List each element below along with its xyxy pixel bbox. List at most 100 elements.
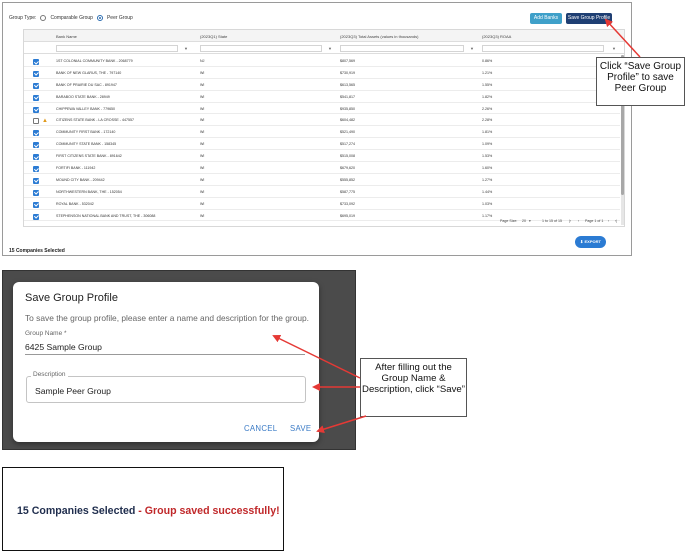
column-header-bank-name[interactable]: Bank Name <box>56 34 77 39</box>
table-row[interactable]: COMMUNITY FIRST BANK - 172140 WI $521,490 1… <box>24 126 620 139</box>
group-name-field[interactable]: 6425 Sample Group <box>25 342 102 352</box>
cell-bank-name: FORTIFI BANK - 111942 <box>56 166 96 171</box>
group-type-label: Group Type: <box>9 15 37 21</box>
first-page-icon[interactable]: |‹ <box>569 219 571 223</box>
filter-icon[interactable]: ▼ <box>328 46 332 51</box>
cell-roaa: 1.27% <box>482 177 493 182</box>
export-button[interactable]: ⬇ EXPORT <box>575 236 606 248</box>
cell-state: WI <box>200 154 205 159</box>
row-checkbox[interactable] <box>33 59 39 65</box>
row-checkbox[interactable] <box>33 142 39 149</box>
result-companies-count: 15 Companies Selected <box>17 505 136 517</box>
cell-roaa: 1.09% <box>482 142 493 147</box>
last-page-icon[interactable]: ›| <box>615 219 617 223</box>
chevron-down-icon[interactable]: ▾ <box>529 219 531 223</box>
page-size-label: Page Size: <box>500 219 518 223</box>
page-size-select[interactable]: 20 <box>522 219 526 223</box>
cell-roaa: 2.28% <box>482 118 493 123</box>
cell-roaa: 2.26% <box>482 106 493 111</box>
group-name-underline <box>25 354 305 355</box>
cell-total-assets: $935,850 <box>340 106 355 111</box>
table-row[interactable]: ROYAL BANK - 532042 WI $733,092 1.03% <box>24 198 620 210</box>
row-checkbox[interactable] <box>33 213 39 220</box>
group-saved-message: Group saved successfully! <box>144 505 280 517</box>
row-checkbox[interactable] <box>33 154 39 161</box>
save-group-profile-button[interactable]: Save Group Profile <box>566 13 612 24</box>
filter-input-roaa[interactable] <box>482 45 604 52</box>
table-row[interactable]: ▲ CITIZENS STATE BANK - LA CROSSE - 44755… <box>24 114 620 127</box>
radio-peer-label: Peer Group <box>106 15 133 21</box>
cell-total-assets: $555,852 <box>340 177 355 182</box>
cell-roaa: 1.44% <box>482 189 493 194</box>
cell-state: WI <box>200 70 205 75</box>
group-name-label: Group Name * <box>25 330 67 337</box>
radio-peer-group[interactable] <box>96 15 103 21</box>
cell-bank-name: BANK OF NEW GLARUS, THE - 797140 <box>56 70 122 75</box>
cell-bank-name: COMMUNITY STATE BANK - 158345 <box>56 142 117 147</box>
cancel-button[interactable]: CANCEL <box>244 424 277 433</box>
filter-input-bank-name[interactable] <box>56 45 178 52</box>
cell-bank-name: COMMUNITY FIRST BANK - 172140 <box>56 130 116 135</box>
cell-roaa: 0.86% <box>482 59 493 63</box>
table-row[interactable]: MOUND CITY BANK - 209442 WI $555,852 1.27% <box>24 174 620 186</box>
filter-input-state[interactable] <box>200 45 322 52</box>
cell-state: WI <box>200 213 205 218</box>
table-row[interactable]: NORTHWESTERN BANK, THE - 152054 WI $587,77… <box>24 186 620 198</box>
description-value[interactable]: Sample Peer Group <box>35 386 111 396</box>
cell-total-assets: $695,019 <box>340 213 355 218</box>
cell-state: WI <box>200 189 205 194</box>
cell-state: WI <box>200 118 205 123</box>
table-row[interactable]: FORTIFI BANK - 111942 WI $679,620 1.60% <box>24 162 620 174</box>
fill-and-save-callout: After filling out the Group Name & Descr… <box>360 358 467 417</box>
cell-total-assets: $807,569 <box>340 59 355 63</box>
table-row[interactable]: BANK OF NEW GLARUS, THE - 797140 WI $730,9… <box>24 67 620 79</box>
save-profile-callout: Click “Save Group Profile” to save Peer … <box>596 57 685 106</box>
cell-total-assets: $730,919 <box>340 70 355 75</box>
cell-bank-name: FIRST CITIZENS STATE BANK - 891642 <box>56 154 122 159</box>
dialog-description: To save the group profile, please enter … <box>25 313 309 323</box>
filter-row: ▼ ▼ ▼ ▼ <box>24 42 624 54</box>
table-row[interactable]: BANK OF PRAIRIE DU SAC - 891947 WI $613,56… <box>24 79 620 91</box>
row-checkbox[interactable] <box>33 201 39 208</box>
table-row[interactable]: CHIPPEWA VALLEY BANK - 779650 WI $935,850 2… <box>24 103 620 115</box>
table-row[interactable]: FIRST CITIZENS STATE BANK - 891642 WI $515… <box>24 150 620 163</box>
row-checkbox[interactable] <box>33 118 39 125</box>
row-checkbox[interactable] <box>33 94 39 101</box>
row-checkbox[interactable] <box>33 189 39 196</box>
table-row[interactable]: COMMUNITY STATE BANK - 158345 WI $517,274 1… <box>24 138 620 151</box>
cell-total-assets: $679,620 <box>340 166 355 171</box>
row-checkbox[interactable] <box>33 82 39 89</box>
cell-total-assets: $587,775 <box>340 189 355 194</box>
filter-icon[interactable]: ▼ <box>612 46 616 51</box>
column-header-roaa[interactable]: (2023Q3) ROAA <box>482 34 511 39</box>
table-row[interactable]: 1ST COLONIAL COMMUNITY BANK - 2068779 NJ $… <box>24 55 620 67</box>
cell-total-assets: $515,008 <box>340 154 355 159</box>
save-button[interactable]: SAVE <box>290 424 311 433</box>
filter-icon[interactable]: ▼ <box>470 46 474 51</box>
radio-comparable-group[interactable] <box>40 15 47 21</box>
table-row[interactable]: BARABOO STATE BANK - 28949 WI $541,817 1.82… <box>24 91 620 103</box>
cell-state: WI <box>200 82 205 87</box>
filter-input-total-assets[interactable] <box>340 45 464 52</box>
cell-state: WI <box>200 201 205 206</box>
row-range: 1 to 15 of 15 <box>542 219 562 223</box>
prev-page-icon[interactable]: ‹ <box>578 219 579 223</box>
cell-total-assets: $604,482 <box>340 118 355 123</box>
row-checkbox[interactable] <box>33 106 39 113</box>
cell-bank-name: NORTHWESTERN BANK, THE - 152054 <box>56 189 122 194</box>
column-header-total-assets[interactable]: (2023Q3) Total Assets (values in thousan… <box>340 34 418 39</box>
add-banks-button[interactable]: Add Banks <box>530 13 562 24</box>
filter-icon[interactable]: ▼ <box>184 46 188 51</box>
cell-state: WI <box>200 130 205 135</box>
cell-bank-name: ROYAL BANK - 532042 <box>56 201 94 206</box>
cell-bank-name: CHIPPEWA VALLEY BANK - 779650 <box>56 106 116 111</box>
next-page-icon[interactable]: › <box>608 219 609 223</box>
warning-icon: ▲ <box>42 118 48 125</box>
row-checkbox[interactable] <box>33 177 39 184</box>
row-checkbox[interactable] <box>33 70 39 77</box>
row-checkbox[interactable] <box>33 130 39 137</box>
cell-bank-name: CITIZENS STATE BANK - LA CROSSE - 447557 <box>56 118 134 123</box>
row-checkbox[interactable] <box>33 166 39 173</box>
column-header-state[interactable]: (2023Q1) State <box>200 34 227 39</box>
cell-bank-name: 1ST COLONIAL COMMUNITY BANK - 2068779 <box>56 59 133 63</box>
